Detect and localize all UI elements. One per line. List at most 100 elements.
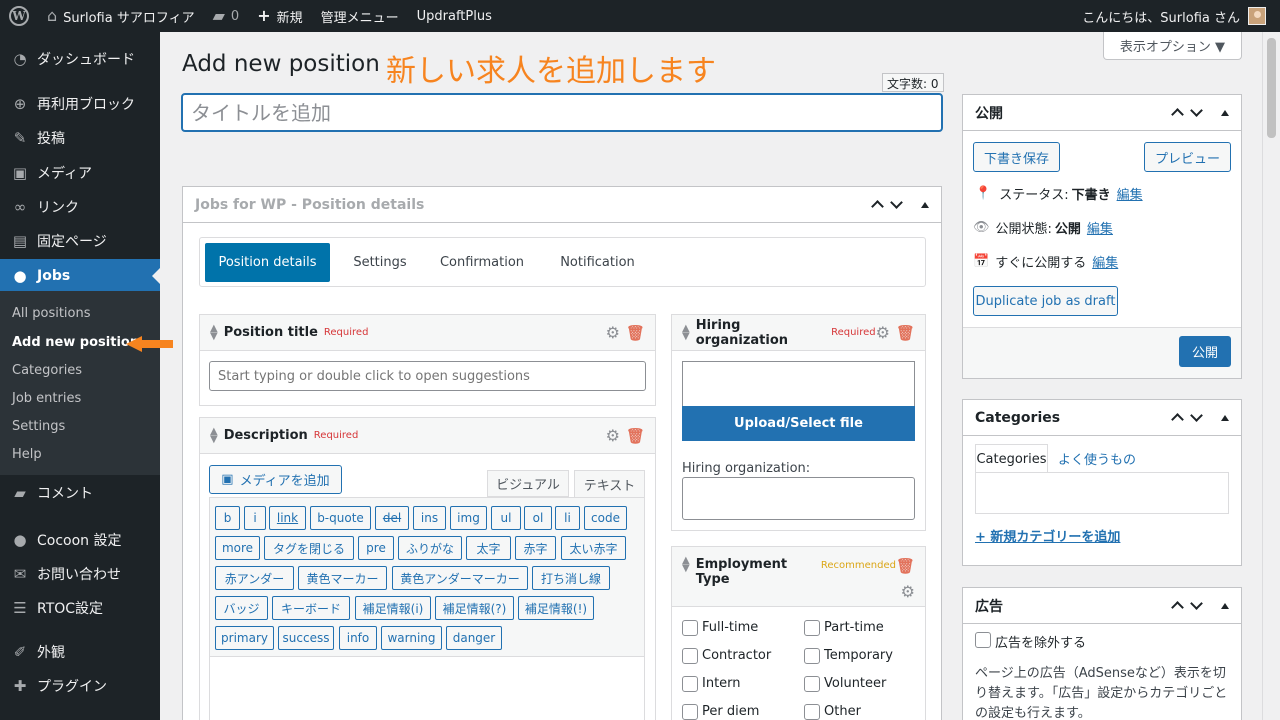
quicktag-li[interactable]: li <box>555 506 580 530</box>
checkbox-intern[interactable] <box>682 676 698 692</box>
collapse-icon[interactable] <box>1221 109 1229 116</box>
quicktag-primary[interactable]: primary <box>215 626 274 650</box>
sidebar-item-contact[interactable]: ✉ お問い合わせ <box>0 557 160 591</box>
collapse-icon[interactable] <box>1221 414 1229 421</box>
checkbox-volunteer[interactable] <box>804 676 820 692</box>
sidebar-item-plugins[interactable]: ✚ プラグイン <box>0 669 160 703</box>
move-down-icon[interactable] <box>1190 104 1203 117</box>
collapse-icon[interactable] <box>921 201 929 208</box>
checkbox-contractor[interactable] <box>682 648 698 664</box>
duplicate-draft-button[interactable]: Duplicate job as draft <box>973 286 1118 316</box>
quicktag-info-i[interactable]: 補足情報(i) <box>355 596 431 620</box>
quicktag-ins[interactable]: ins <box>413 506 446 530</box>
sidebar-item-dashboard[interactable]: ◔ ダッシュボード <box>0 42 160 76</box>
page-scrollbar[interactable] <box>1262 32 1280 720</box>
submenu-job-entries[interactable]: Job entries <box>12 391 81 406</box>
quicktag-success[interactable]: success <box>278 626 334 650</box>
submenu-settings[interactable]: Settings <box>12 419 65 434</box>
edit-visibility-link[interactable]: 編集 <box>1087 218 1113 237</box>
preview-button[interactable]: プレビュー <box>1144 142 1231 172</box>
comments-menu[interactable]: ▰ 0 <box>204 0 249 32</box>
quicktag-danger[interactable]: danger <box>446 626 502 650</box>
tab-position-details[interactable]: Position details <box>205 243 330 282</box>
position-title-input[interactable] <box>209 361 646 391</box>
trash-icon[interactable]: 🗑 <box>626 427 645 445</box>
quicktag-info-exclamation[interactable]: 補足情報(!) <box>518 596 594 620</box>
quicktag-red[interactable]: 赤字 <box>515 536 556 560</box>
submenu-categories[interactable]: Categories <box>12 363 82 378</box>
quicktag-yellow-marker[interactable]: 黄色マーカー <box>298 566 387 590</box>
trash-icon[interactable]: 🗑 <box>896 324 915 342</box>
sidebar-item-rtoc-settings[interactable]: ☰ RTOC設定 <box>0 591 160 625</box>
checkbox-temporary[interactable] <box>804 648 820 664</box>
tab-notification[interactable]: Notification <box>550 243 645 282</box>
quicktag-red-underline[interactable]: 赤アンダー <box>215 566 294 590</box>
quicktag-info[interactable]: info <box>339 626 377 650</box>
quicktag-ol[interactable]: ol <box>524 506 552 530</box>
trash-icon[interactable]: 🗑 <box>896 557 915 575</box>
sidebar-item-jobs[interactable]: ● Jobs <box>0 259 160 293</box>
checkbox-full-time[interactable] <box>682 620 698 636</box>
visual-tab[interactable]: ビジュアル <box>487 470 569 497</box>
quicktag-bold-red[interactable]: 太い赤字 <box>561 536 626 560</box>
publish-button[interactable]: 公開 <box>1179 336 1231 367</box>
upload-select-file-button[interactable]: Upload/Select file <box>682 406 915 441</box>
collapse-icon[interactable] <box>1221 602 1229 609</box>
admin-menu-link[interactable]: 管理メニュー <box>312 0 408 32</box>
drag-handle-icon[interactable]: ▲ ▼ <box>210 323 218 341</box>
sidebar-item-comments[interactable]: ▰ コメント <box>0 476 160 510</box>
wp-logo-menu[interactable]: W <box>0 0 38 32</box>
quicktag-img[interactable]: img <box>450 506 487 530</box>
quicktag-bold-jp[interactable]: 太字 <box>466 536 511 560</box>
move-down-icon[interactable] <box>890 196 903 209</box>
trash-icon[interactable]: 🗑 <box>626 324 645 342</box>
tab-most-used[interactable]: よく使うもの <box>1058 449 1136 468</box>
quicktag-badge[interactable]: バッジ <box>215 596 268 620</box>
description-textarea[interactable] <box>209 657 645 720</box>
quicktag-italic[interactable]: i <box>244 506 266 530</box>
drag-handle-icon[interactable]: ▲ ▼ <box>682 323 690 341</box>
post-title-input[interactable] <box>181 93 943 132</box>
sidebar-item-cocoon-settings[interactable]: ● Cocoon 設定 <box>0 523 160 557</box>
hiring-organization-input[interactable] <box>682 477 915 520</box>
gear-icon[interactable]: ⚙ <box>606 426 620 445</box>
tab-all-categories[interactable]: Categories <box>975 444 1048 473</box>
screen-options-button[interactable]: 表示オプション ▼ <box>1103 32 1242 60</box>
quicktag-keyboard[interactable]: キーボード <box>272 596 350 620</box>
tab-confirmation[interactable]: Confirmation <box>432 243 532 282</box>
move-up-icon[interactable] <box>1171 601 1184 614</box>
scrollbar-thumb[interactable] <box>1267 38 1276 138</box>
quicktag-info-question[interactable]: 補足情報(?) <box>435 596 514 620</box>
add-new-category-link[interactable]: + 新規カテゴリーを追加 <box>975 526 1120 545</box>
checkbox-part-time[interactable] <box>804 620 820 636</box>
quicktag-ul[interactable]: ul <box>491 506 521 530</box>
sidebar-item-pages[interactable]: ▤ 固定ページ <box>0 224 160 258</box>
quicktag-pre[interactable]: pre <box>358 536 394 560</box>
submenu-all-positions[interactable]: All positions <box>12 306 91 321</box>
quicktag-code[interactable]: code <box>584 506 627 530</box>
gear-icon[interactable]: ⚙ <box>606 323 620 342</box>
submenu-help[interactable]: Help <box>12 447 42 462</box>
checkbox-other[interactable] <box>804 704 820 720</box>
quicktag-bquote[interactable]: b-quote <box>310 506 371 530</box>
quicktag-del[interactable]: del <box>375 506 409 530</box>
sidebar-item-posts[interactable]: ✎ 投稿 <box>0 121 160 155</box>
quicktag-more[interactable]: more <box>215 536 260 560</box>
add-media-button[interactable]: ▣ メディアを追加 <box>209 465 342 494</box>
drag-handle-icon[interactable]: ▲ ▼ <box>210 426 218 444</box>
checkbox-per-diem[interactable] <box>682 704 698 720</box>
gear-icon[interactable]: ⚙ <box>901 582 915 601</box>
quicktag-link[interactable]: link <box>269 506 306 530</box>
sidebar-item-appearance[interactable]: ✐ 外観 <box>0 635 160 669</box>
quicktag-warning[interactable]: warning <box>381 626 442 650</box>
move-up-icon[interactable] <box>1171 108 1184 121</box>
new-content-menu[interactable]: + 新規 <box>248 0 311 32</box>
move-up-icon[interactable] <box>871 200 884 213</box>
quicktag-strikethrough[interactable]: 打ち消し線 <box>532 566 610 590</box>
tab-settings[interactable]: Settings <box>340 243 420 282</box>
move-up-icon[interactable] <box>1171 413 1184 426</box>
updraftplus-menu[interactable]: UpdraftPlus <box>408 0 501 32</box>
sidebar-item-reusable-blocks[interactable]: ⊕ 再利用ブロック <box>0 87 160 121</box>
edit-schedule-link[interactable]: 編集 <box>1092 252 1118 271</box>
exclude-ads-checkbox[interactable] <box>975 632 991 648</box>
